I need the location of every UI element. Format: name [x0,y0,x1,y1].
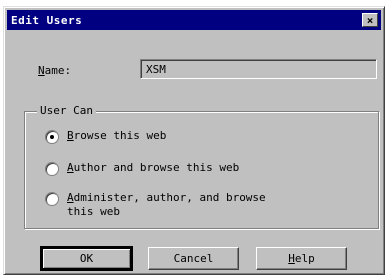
help-button[interactable]: Help [256,247,347,270]
title-bar[interactable]: Edit Users × [7,10,381,30]
ok-button[interactable]: OK [40,246,133,271]
radio-author-button[interactable] [45,162,59,176]
name-field[interactable]: XSM [140,59,377,79]
radio-administer[interactable]: Administer, author, and browse this web [45,191,266,219]
user-can-legend: User Can [37,104,96,117]
close-button[interactable]: × [362,13,378,27]
cancel-button[interactable]: Cancel [148,247,239,270]
radio-administer-button[interactable] [45,192,59,206]
radio-author[interactable]: Author and browse this web [45,161,239,176]
close-icon: × [366,13,374,27]
radio-browse-button[interactable] [45,130,59,144]
radio-browse-label: Browse this web [67,129,167,142]
radio-browse[interactable]: Browse this web [45,129,166,144]
radio-author-label: Author and browse this web [67,161,240,174]
name-label: Name: [38,64,72,77]
dialog-title: Edit Users [11,13,83,27]
edit-users-dialog: Edit Users × Name: XSM User Can Browse t… [3,6,385,275]
user-can-group: User Can Browse this web Author and brow… [24,104,379,229]
radio-administer-label: Administer, author, and browse this web [67,191,266,218]
